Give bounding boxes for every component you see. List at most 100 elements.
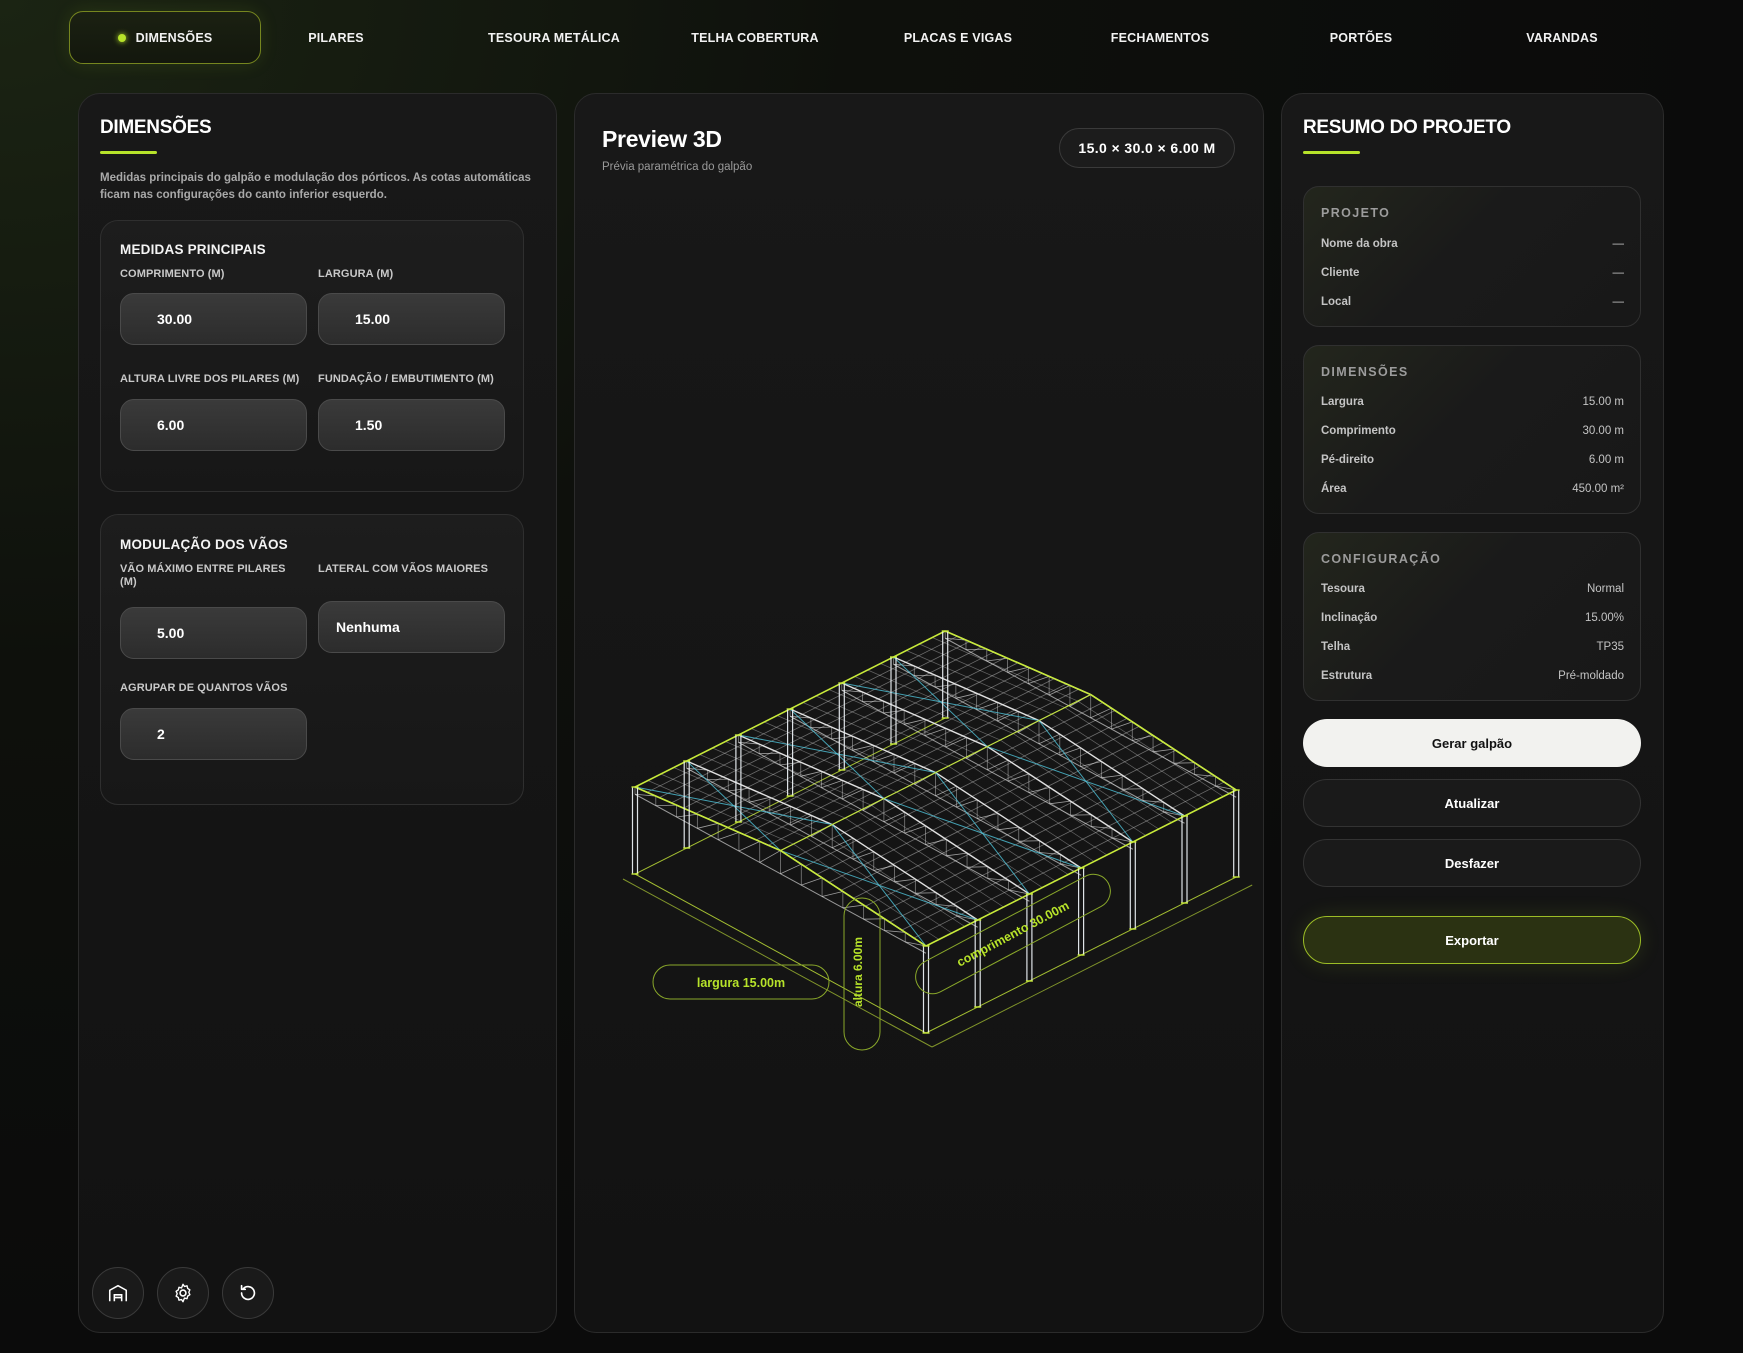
frame-line [841, 682, 988, 748]
atualizar-button[interactable]: Atualizar [1303, 779, 1641, 827]
row-key: Inclinação [1321, 612, 1378, 624]
projeto-card: PROJETO Nome da obra — Cliente — Local — [1303, 186, 1641, 327]
reset-button[interactable] [222, 1267, 274, 1319]
tab-label: PLACAS E VIGAS [903, 30, 1013, 45]
row-value: 6.00 m [1588, 454, 1624, 466]
main-measures-card: MEDIDAS PRINCIPAIS COMPRIMENTO (M) LARGU… [100, 220, 524, 492]
frame-line [779, 761, 801, 766]
tab-tesoura-metalica[interactable]: TESOURA METÁLICA [469, 11, 639, 64]
row-value: 15.00% [1584, 612, 1624, 624]
row-key: Estrutura [1321, 670, 1373, 682]
tab-telha-cobertura[interactable]: TELHA COBERTURA [669, 11, 841, 64]
tab-label: FECHAMENTOS [1110, 30, 1210, 45]
frame-line [819, 830, 965, 927]
frame-line [697, 822, 719, 829]
largura-dimension: largura 15.00m [697, 976, 785, 990]
exportar-button[interactable]: Exportar [1303, 916, 1641, 964]
tab-dimensoes[interactable]: DIMENSÕES [69, 11, 261, 64]
card-title: MODULAÇÃO DOS VÃOS [120, 537, 288, 552]
panel-description: Medidas principais do galpão e modulação… [100, 170, 540, 204]
frame-line [780, 863, 802, 875]
frame-line [883, 709, 905, 714]
3d-viewport[interactable]: largura 15.00m altura 6.00m comprimento … [575, 204, 1265, 1324]
row-key: Pé-direito [1321, 454, 1375, 466]
preview-title: Preview 3D [602, 126, 722, 152]
frame-line [922, 778, 1069, 875]
comprimento-input[interactable]: 30.00 [120, 293, 307, 345]
row-key: Área [1321, 483, 1347, 495]
desfazer-button[interactable]: Desfazer [1303, 839, 1641, 887]
row-value: — [1612, 267, 1625, 279]
frame-line [894, 878, 916, 883]
frame-line [935, 771, 1082, 869]
frame-line [1090, 693, 1237, 791]
frame-line [793, 843, 940, 940]
row-value: — [1612, 238, 1625, 250]
tab-pilares[interactable]: PILARES [269, 11, 403, 64]
frame-line [852, 744, 874, 751]
frame-line [728, 787, 750, 792]
frame-line [986, 745, 1134, 843]
frame-line [1000, 739, 1146, 836]
row-value: 15.00 m [1582, 396, 1624, 408]
frame-line [1028, 787, 1050, 793]
frame-line [712, 747, 859, 812]
settings-button[interactable] [157, 1267, 209, 1319]
summary-row: Largura 15.00 m [1321, 396, 1624, 412]
tab-varandas[interactable]: VARANDAS [1477, 11, 1647, 64]
row-key: Telha [1321, 641, 1351, 653]
frame-line [904, 718, 926, 725]
shed-3d-model[interactable]: largura 15.00m altura 6.00m comprimento … [575, 204, 1265, 1324]
frame-line [802, 702, 949, 767]
lateral-label: LATERAL COM VÃOS MAIORES [318, 563, 489, 575]
altura-dimension: altura 6.00m [851, 937, 865, 1007]
frame-line [1077, 700, 1224, 797]
vao-maximo-input[interactable]: 5.00 [120, 607, 307, 659]
row-key: Comprimento [1321, 425, 1396, 437]
reset-icon [240, 1284, 256, 1301]
tab-label: PORTÕES [1329, 30, 1393, 45]
frame-line [718, 832, 740, 841]
tab-placas-e-vigas[interactable]: PLACAS E VIGAS [873, 11, 1043, 64]
frame-line [789, 708, 936, 774]
row-value: 450.00 m² [1572, 483, 1624, 495]
configuracao-card: CONFIGURAÇÃO Tesoura Normal Inclinação 15.… [1303, 532, 1641, 701]
frame-line [893, 656, 1040, 722]
agrupar-input[interactable]: 2 [120, 708, 307, 760]
modulation-card: MODULAÇÃO DOS VÃOS VÃO MÁXIMO ENTRE PILA… [100, 514, 524, 805]
label-line: VÃO MÁXIMO ENTRE PILARES [120, 563, 286, 575]
summary-row: Comprimento 30.00 m [1321, 425, 1624, 441]
frame-line [1153, 748, 1174, 753]
tab-label: PILARES [308, 30, 364, 45]
largura-input[interactable]: 15.00 [318, 293, 505, 345]
frame-line [821, 891, 843, 897]
building-button[interactable] [92, 1267, 144, 1319]
row-key: Local [1321, 296, 1352, 308]
frame-line [893, 656, 988, 747]
tab-fechamentos[interactable]: FECHAMENTOS [1075, 11, 1245, 64]
frame-line [780, 694, 1091, 852]
largura-label: LARGURA (M) [318, 268, 394, 280]
frame-line [676, 813, 698, 818]
fundacao-input[interactable]: 1.50 [318, 399, 505, 451]
title-underline [1303, 151, 1360, 154]
lateral-select[interactable]: Nenhuma [318, 601, 505, 653]
summary-row: Cliente — [1321, 267, 1624, 283]
frame-line [935, 683, 956, 688]
summary-row: Tesoura Normal [1321, 583, 1624, 599]
frame-line [1101, 774, 1123, 779]
frame-line [896, 791, 1043, 888]
row-key: Cliente [1321, 267, 1360, 279]
gerar-galpao-button[interactable]: Gerar galpão [1303, 719, 1641, 767]
tab-label: VARANDAS [1526, 30, 1598, 45]
altura-input[interactable]: 6.00 [120, 399, 307, 451]
configuracao-heading: CONFIGURAÇÃO [1321, 552, 1442, 566]
frame-line [883, 797, 1030, 895]
agrupar-label: AGRUPAR DE QUANTOS VÃOS [120, 682, 288, 694]
frame-line [1025, 726, 1172, 823]
frame-line [925, 839, 947, 845]
tab-portoes[interactable]: PORTÕES [1277, 11, 1445, 64]
frame-line [634, 786, 781, 852]
tab-label: TELHA COBERTURA [691, 30, 819, 45]
frame-line [977, 813, 999, 819]
